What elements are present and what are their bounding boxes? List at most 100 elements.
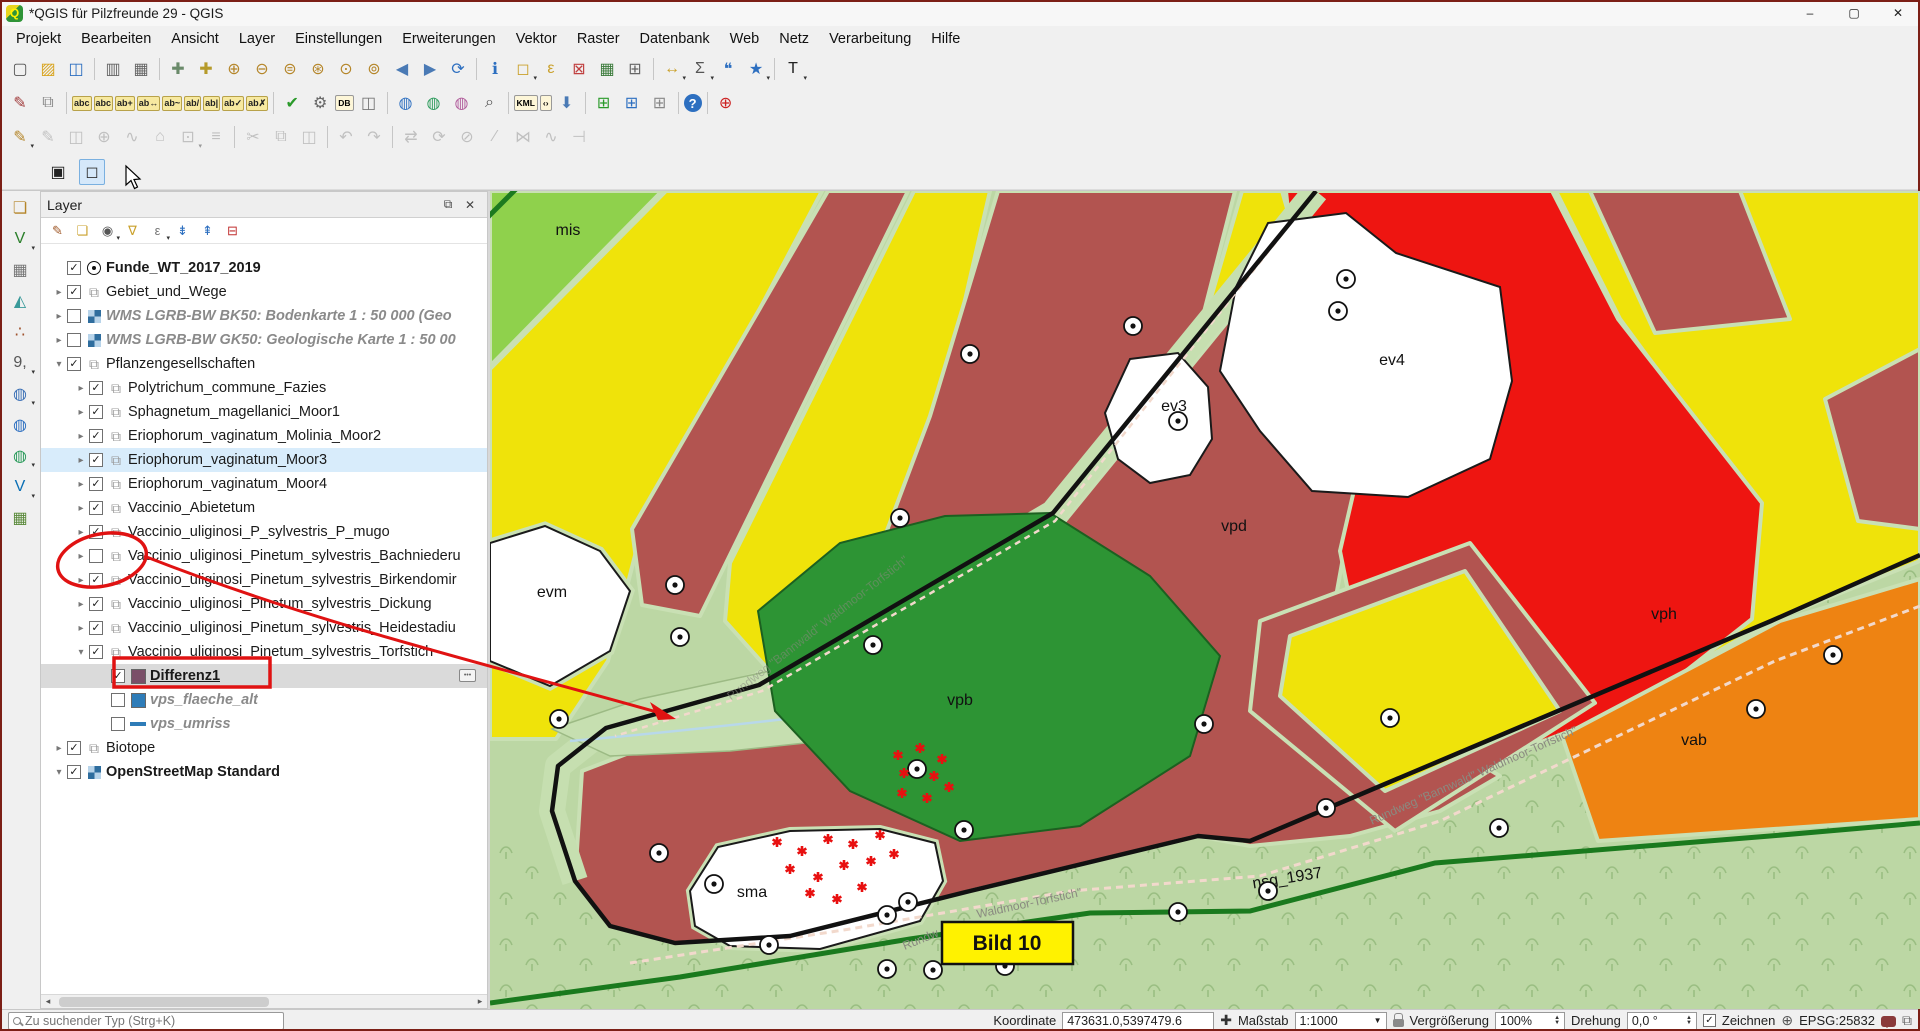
layer-row-vps-flaeche-alt[interactable]: vps_flaeche_alt (41, 688, 487, 712)
field-calculator-icon[interactable]: ⊞ (622, 56, 648, 82)
scroll-right-icon[interactable]: ▸ (473, 996, 487, 1007)
expander-icon[interactable]: ▸ (51, 311, 67, 322)
layer-checkbox[interactable]: ✓ (89, 453, 103, 467)
label-toggle-icon[interactable]: ab| (203, 96, 220, 111)
add-polygon-feature-icon[interactable]: ⌂ (147, 124, 173, 150)
magnifier-spinner[interactable]: 100%▲▼ (1495, 1012, 1565, 1030)
offline-editing-icon[interactable]: ◫ (356, 90, 382, 116)
menu-netz[interactable]: Netz (769, 26, 819, 52)
filter-by-expression-icon[interactable]: ε▾ (146, 220, 169, 242)
add-postgis-icon[interactable]: ◍ (6, 412, 34, 438)
metasearch-blue-globe-icon[interactable]: ◍ (393, 90, 419, 116)
layer-row-pflanzengesellschaften[interactable]: ▾✓⧉Pflanzengesellschaften (41, 352, 487, 376)
delete-selected-icon[interactable]: ⊘ (454, 124, 480, 150)
expander-icon[interactable]: ▾ (51, 767, 67, 778)
layer-checkbox[interactable]: ✓ (89, 405, 103, 419)
add-point-cloud-icon[interactable]: ∴ (6, 319, 34, 345)
layer-row-vaccinio-uliginosi-p-sylvestris-p-mugo[interactable]: ▸✓⧉Vaccinio_uliginosi_P_sylvestris_P_mug… (41, 520, 487, 544)
new-bookmark-icon[interactable]: ★▾ (743, 56, 769, 82)
add-group-icon[interactable]: ❏ (71, 220, 94, 242)
merge-features-icon[interactable]: ⋈ (510, 124, 536, 150)
layer-checkbox[interactable]: ✓ (89, 477, 103, 491)
expander-icon[interactable]: ▸ (73, 479, 89, 490)
labeling-rules-icon[interactable]: abc (94, 96, 114, 111)
split-features-icon[interactable]: ∕ (482, 124, 508, 150)
new-print-layout-icon[interactable]: ▥ (100, 56, 126, 82)
raster-region-select-icon[interactable]: ◻ (79, 159, 105, 185)
add-delimited-text-icon[interactable]: 9,▾ (6, 350, 34, 376)
expander-icon[interactable]: ▸ (73, 551, 89, 562)
map-canvas[interactable]: misevmev3ev4vpdvpbvphvabsmansg_1937Rundw… (490, 191, 1920, 1009)
deselect-all-icon[interactable]: ⊠ (566, 56, 592, 82)
layer-row-vaccinio-uliginosi-pinetum-sylvestris-to[interactable]: ▾✓⧉Vaccinio_uliginosi_Pinetum_sylvestris… (41, 640, 487, 664)
grid-blue-icon[interactable]: ⊞ (619, 90, 645, 116)
label-hide-icon[interactable]: ab✗ (246, 96, 268, 111)
menu-web[interactable]: Web (720, 26, 770, 52)
label-move-icon[interactable]: ab↔ (137, 96, 161, 111)
layer-row-gebiet-und-wege[interactable]: ▸✓⧉Gebiet_und_Wege (41, 280, 487, 304)
locator-search[interactable] (8, 1012, 284, 1030)
help-icon[interactable]: ? (684, 94, 702, 112)
map-tip-widget-icon[interactable]: ••• (459, 669, 476, 682)
scroll-left-icon[interactable]: ◂ (41, 996, 55, 1007)
new-project-icon[interactable]: ▢ (7, 56, 33, 82)
dropdown-arrow-icon[interactable]: ▾ (803, 74, 807, 82)
metasearch-green-globe-icon[interactable]: ◍ (421, 90, 447, 116)
crs-globe-icon[interactable]: ⊕ (1781, 1012, 1793, 1029)
html-export-icon[interactable]: ‹› (540, 95, 552, 111)
add-vector-layer-icon[interactable]: V▾ (6, 226, 34, 252)
rotation-spinner[interactable]: 0,0 °▲▼ (1627, 1012, 1697, 1030)
layout-manager-icon[interactable]: ▦ (128, 56, 154, 82)
processing-toolbox-icon[interactable]: ⚙ (307, 90, 333, 116)
layer-checkbox[interactable]: ✓ (67, 741, 81, 755)
dropdown-arrow-icon[interactable]: ▾ (116, 234, 120, 242)
manage-map-themes-icon[interactable]: ◉▾ (96, 220, 119, 242)
vertex-tool-icon[interactable]: ⊡▾ (175, 124, 201, 150)
minimize-button[interactable]: – (1788, 0, 1832, 26)
render-checkbox[interactable]: ✓ (1703, 1014, 1716, 1027)
expander-icon[interactable]: ▸ (51, 287, 67, 298)
panel-float-icon[interactable]: ⧉ (437, 197, 459, 212)
dropdown-arrow-icon[interactable]: ▾ (710, 74, 714, 82)
check-geometries-icon[interactable]: ✔ (279, 90, 305, 116)
add-point-feature-icon[interactable]: ⊕ (91, 124, 117, 150)
toggle-editing-icon[interactable]: ✎ (35, 124, 61, 150)
open-project-icon[interactable]: ▨ (35, 56, 61, 82)
identify-icon[interactable]: ℹ (482, 56, 508, 82)
zoom-in-icon[interactable]: ⊕ (221, 56, 247, 82)
search-layers-icon[interactable]: ⌕ (477, 90, 503, 116)
expander-icon[interactable]: ▸ (73, 527, 89, 538)
dropdown-arrow-icon[interactable]: ▾ (31, 492, 35, 500)
expander-icon[interactable]: ▸ (73, 503, 89, 514)
move-feature-icon[interactable]: ⇄ (398, 124, 424, 150)
scrollbar-thumb[interactable] (59, 997, 269, 1007)
add-raster-layer-icon[interactable]: ▦ (6, 257, 34, 283)
layer-row-eriophorum-vaginatum-moor4[interactable]: ▸✓⧉Eriophorum_vaginatum_Moor4 (41, 472, 487, 496)
layer-checkbox[interactable]: ✓ (67, 285, 81, 299)
expander-icon[interactable]: ▸ (73, 431, 89, 442)
dropdown-arrow-icon[interactable]: ▾ (30, 142, 34, 150)
redo-icon[interactable]: ↷ (361, 124, 387, 150)
zoom-full-icon[interactable]: ⊛ (305, 56, 331, 82)
layer-checkbox[interactable]: ✓ (89, 381, 103, 395)
menu-vektor[interactable]: Vektor (506, 26, 567, 52)
rotate-feature-icon[interactable]: ⟳ (426, 124, 452, 150)
layer-row-vaccinio-uliginosi-pinetum-sylvestris-bi[interactable]: ▸✓⧉Vaccinio_uliginosi_Pinetum_sylvestris… (41, 568, 487, 592)
close-button[interactable]: ✕ (1876, 0, 1920, 26)
dropdown-arrow-icon[interactable]: ▾ (31, 244, 35, 252)
layer-checkbox[interactable]: ✓ (89, 597, 103, 611)
layer-checkbox[interactable]: ✓ (89, 429, 103, 443)
layer-row-wms-lgrb-bw-gk50-geologische-karte-1-50-[interactable]: ▸WMS LGRB-BW GK50: Geologische Karte 1 :… (41, 328, 487, 352)
add-spatialite-icon[interactable]: ◍▾ (6, 381, 34, 407)
add-line-feature-icon[interactable]: ∿ (119, 124, 145, 150)
dropdown-arrow-icon[interactable]: ▾ (766, 74, 770, 82)
layer-row-vps-umriss[interactable]: vps_umriss (41, 712, 487, 736)
expander-icon[interactable]: ▸ (51, 743, 67, 754)
expander-icon[interactable]: ▾ (51, 359, 67, 370)
undo-icon[interactable]: ↶ (333, 124, 359, 150)
layer-checkbox[interactable] (89, 549, 103, 563)
menu-einstellungen[interactable]: Einstellungen (285, 26, 392, 52)
add-xyz-icon[interactable]: ▦ (6, 505, 34, 531)
locator-input[interactable] (25, 1014, 279, 1028)
zoom-to-selection-icon[interactable]: ⊙ (333, 56, 359, 82)
